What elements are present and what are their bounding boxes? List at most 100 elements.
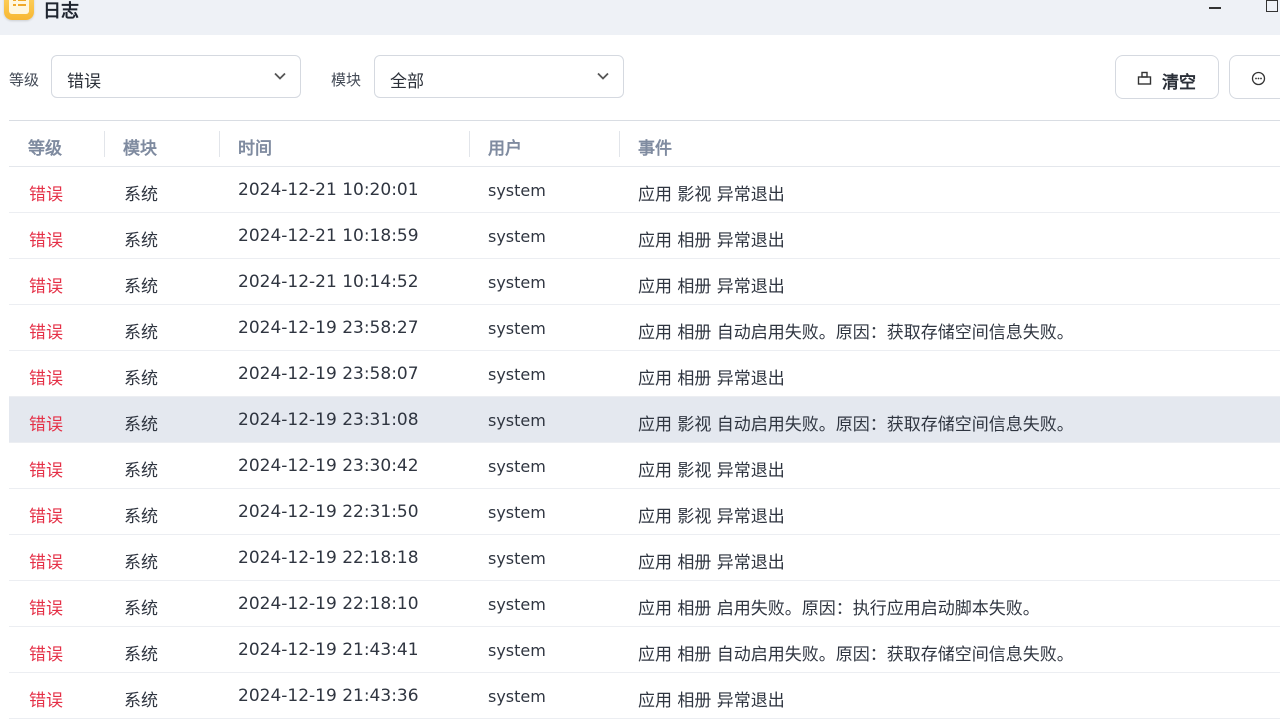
more-icon — [1251, 71, 1266, 86]
more-button[interactable] — [1229, 55, 1280, 99]
time-cell: 2024-12-21 10:20:01 — [238, 180, 419, 200]
module-cell: 系统 — [124, 323, 158, 343]
event-cell: 应用 影视 自动启用失败。原因：获取存储空间信息失败。 — [638, 415, 1074, 435]
time-cell: 2024-12-19 23:30:42 — [238, 456, 419, 476]
time-cell: 2024-12-21 10:18:59 — [238, 226, 419, 246]
table-row[interactable]: 错误 系统 2024-12-19 23:31:08 system 应用 影视 自动启用失… — [9, 397, 1280, 443]
table-row[interactable]: 错误 系统 2024-12-19 23:30:42 system 应用 影视 异常退出 — [9, 443, 1280, 489]
module-cell: 系统 — [124, 277, 158, 297]
table-row[interactable]: 错误 系统 2024-12-21 10:18:59 system 应用 相册 异常退出 — [9, 213, 1280, 259]
event-cell: 应用 影视 异常退出 — [638, 185, 785, 205]
time-cell: 2024-12-21 10:14:52 — [238, 272, 419, 292]
column-separator[interactable] — [104, 131, 105, 157]
minimize-icon[interactable] — [1207, 0, 1227, 18]
module-select-value: 全部 — [390, 72, 424, 92]
level-cell: 错误 — [29, 415, 63, 435]
module-cell: 系统 — [124, 507, 158, 527]
module-cell: 系统 — [124, 231, 158, 251]
level-cell: 错误 — [29, 323, 63, 343]
header-level[interactable]: 等级 — [28, 134, 62, 159]
column-separator[interactable] — [219, 131, 220, 157]
event-cell: 应用 相册 异常退出 — [638, 231, 785, 251]
event-cell: 应用 影视 异常退出 — [638, 507, 785, 527]
level-cell: 错误 — [29, 461, 63, 481]
user-cell: system — [488, 457, 546, 476]
level-cell: 错误 — [29, 645, 63, 665]
level-cell: 错误 — [29, 277, 63, 297]
event-cell: 应用 相册 异常退出 — [638, 553, 785, 573]
time-cell: 2024-12-19 21:43:41 — [238, 640, 419, 660]
module-cell: 系统 — [124, 553, 158, 573]
table-row[interactable]: 错误 系统 2024-12-21 10:14:52 system 应用 相册 异常退出 — [9, 259, 1280, 305]
module-select[interactable]: 全部 — [374, 55, 624, 98]
user-cell: system — [488, 687, 546, 706]
user-cell: system — [488, 411, 546, 430]
header-time[interactable]: 时间 — [238, 134, 272, 159]
level-cell: 错误 — [29, 553, 63, 573]
time-cell: 2024-12-19 23:58:07 — [238, 364, 419, 384]
level-cell: 错误 — [29, 185, 63, 205]
level-select-value: 错误 — [67, 72, 101, 92]
window-title: 日志 — [43, 1, 79, 22]
level-cell: 错误 — [29, 507, 63, 527]
user-cell: system — [488, 641, 546, 660]
clear-icon — [1137, 71, 1152, 85]
time-cell: 2024-12-19 22:18:18 — [238, 548, 419, 568]
level-select[interactable]: 错误 — [51, 55, 301, 98]
time-cell: 2024-12-19 21:43:36 — [238, 686, 419, 706]
module-cell: 系统 — [124, 461, 158, 481]
title-bar: 日志 — [0, 0, 1280, 35]
module-cell: 系统 — [124, 691, 158, 711]
event-cell: 应用 相册 异常退出 — [638, 691, 785, 711]
level-cell: 错误 — [29, 599, 63, 619]
event-cell: 应用 相册 自动启用失败。原因：获取存储空间信息失败。 — [638, 323, 1074, 343]
table-row[interactable]: 错误 系统 2024-12-19 22:31:50 system 应用 影视 异常退出 — [9, 489, 1280, 535]
module-filter-label: 模块 — [331, 71, 362, 89]
table-row[interactable]: 错误 系统 2024-12-19 21:43:36 system 应用 相册 异常退出 — [9, 673, 1280, 719]
column-separator[interactable] — [469, 131, 470, 157]
user-cell: system — [488, 549, 546, 568]
table-header: 等级 模块 时间 用户 事件 — [9, 121, 1280, 167]
table-row[interactable]: 错误 系统 2024-12-19 23:58:27 system 应用 相册 自动启用失… — [9, 305, 1280, 351]
user-cell: system — [488, 595, 546, 614]
table-row[interactable]: 错误 系统 2024-12-19 22:18:18 system 应用 相册 异常退出 — [9, 535, 1280, 581]
header-event[interactable]: 事件 — [638, 134, 672, 159]
table-row[interactable]: 错误 系统 2024-12-21 10:20:01 system 应用 影视 异常退出 — [9, 167, 1280, 213]
table-row[interactable]: 错误 系统 2024-12-19 22:18:10 system 应用 相册 启用失败。… — [9, 581, 1280, 627]
user-cell: system — [488, 365, 546, 384]
maximize-icon[interactable] — [1264, 0, 1280, 18]
clear-button[interactable]: 清空 — [1115, 55, 1219, 99]
user-cell: system — [488, 181, 546, 200]
event-cell: 应用 相册 启用失败。原因：执行应用启动脚本失败。 — [638, 599, 1040, 619]
user-cell: system — [488, 319, 546, 338]
chevron-down-icon — [274, 72, 286, 80]
table-row[interactable]: 错误 系统 2024-12-19 23:58:07 system 应用 相册 异常退出 — [9, 351, 1280, 397]
level-filter-label: 等级 — [9, 71, 40, 89]
chevron-down-icon — [597, 72, 609, 80]
event-cell: 应用 影视 异常退出 — [638, 461, 785, 481]
clear-button-label: 清空 — [1162, 73, 1196, 93]
module-cell: 系统 — [124, 645, 158, 665]
event-cell: 应用 相册 自动启用失败。原因：获取存储空间信息失败。 — [638, 645, 1074, 665]
user-cell: system — [488, 503, 546, 522]
event-cell: 应用 相册 异常退出 — [638, 277, 785, 297]
level-cell: 错误 — [29, 369, 63, 389]
user-cell: system — [488, 273, 546, 292]
time-cell: 2024-12-19 23:31:08 — [238, 410, 419, 430]
column-separator[interactable] — [619, 131, 620, 157]
level-cell: 错误 — [29, 231, 63, 251]
header-user[interactable]: 用户 — [488, 134, 522, 159]
table-row[interactable]: 错误 系统 2024-12-19 21:43:41 system 应用 相册 自动启用失… — [9, 627, 1280, 673]
module-cell: 系统 — [124, 185, 158, 205]
event-cell: 应用 相册 异常退出 — [638, 369, 785, 389]
module-cell: 系统 — [124, 599, 158, 619]
module-cell: 系统 — [124, 369, 158, 389]
module-cell: 系统 — [124, 415, 158, 435]
time-cell: 2024-12-19 22:31:50 — [238, 502, 419, 522]
user-cell: system — [488, 227, 546, 246]
time-cell: 2024-12-19 22:18:10 — [238, 594, 419, 614]
time-cell: 2024-12-19 23:58:27 — [238, 318, 419, 338]
header-module[interactable]: 模块 — [123, 134, 157, 159]
app-log-icon — [4, 0, 34, 20]
level-cell: 错误 — [29, 691, 63, 711]
